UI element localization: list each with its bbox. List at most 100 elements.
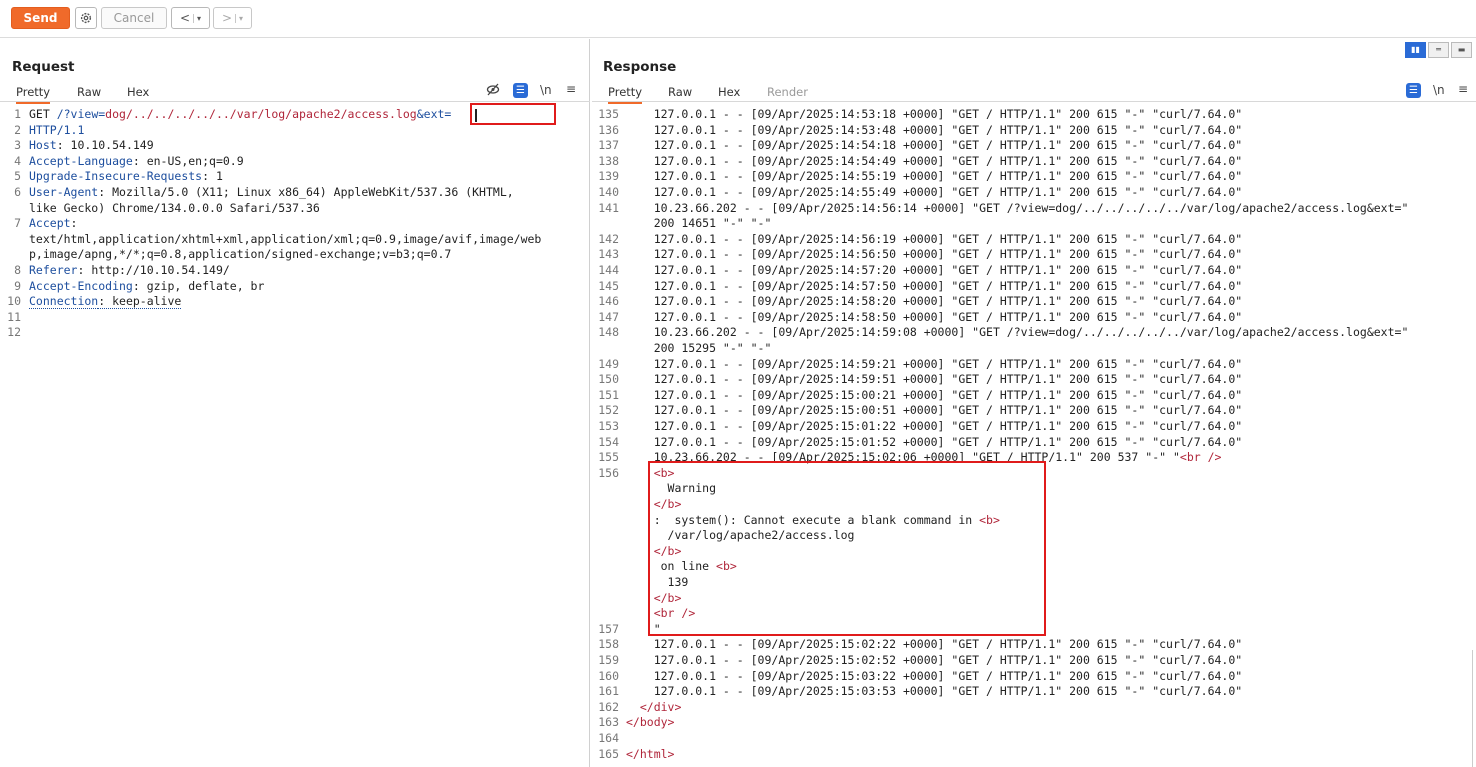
- line-number: 150: [598, 372, 619, 387]
- code-token: HTTP/1.1: [29, 122, 85, 137]
- code-line: 127.0.0.1 - - [09/Apr/2025:15:01:52 +000…: [626, 434, 1243, 451]
- line-number: 158: [598, 637, 619, 652]
- line-number: 5: [14, 169, 21, 184]
- forward-arrow-icon: >: [221, 11, 233, 25]
- response-panel: Response Pretty Raw Hex Render ☰ \n ≡ 13…: [592, 39, 1476, 767]
- newline-icon[interactable]: \n: [540, 83, 552, 97]
- send-button[interactable]: Send: [11, 7, 70, 29]
- code-line: Host: 10.10.54.149: [29, 138, 154, 154]
- scrollbar[interactable]: [1472, 650, 1473, 767]
- code-token: Accept: [29, 216, 71, 231]
- code-line: 10.23.66.202 - - [09/Apr/2025:14:56:14 +…: [626, 201, 1409, 217]
- code-token: 200 14651 "-" "-": [626, 216, 772, 231]
- code-token: text/html,application/xhtml+xml,applicat…: [29, 231, 542, 246]
- code-line: 127.0.0.1 - - [09/Apr/2025:15:02:52 +000…: [626, 653, 1243, 669]
- line-number: 144: [598, 263, 619, 277]
- code-line: 127.0.0.1 - - [09/Apr/2025:15:02:22 +000…: [626, 637, 1243, 653]
- line-number: 149: [598, 356, 619, 371]
- code-line: 127.0.0.1 - - [09/Apr/2025:14:59:51 +000…: [626, 372, 1243, 388]
- code-token: dog/../../../../../var/log/apache2/acces…: [105, 107, 417, 121]
- code-line: 127.0.0.1 - - [09/Apr/2025:14:53:48 +000…: [626, 123, 1243, 139]
- line-number: 6: [14, 185, 21, 199]
- gear-icon: [80, 12, 92, 24]
- code-line: 127.0.0.1 - - [09/Apr/2025:14:53:18 +000…: [626, 107, 1243, 123]
- code-token: </html>: [626, 746, 675, 761]
- code-token: User-Agent: [29, 185, 99, 199]
- code-token: 127.0.0.1 - - [09/Apr/2025:14:54:49 +000…: [626, 153, 1243, 168]
- line-number: 163: [598, 715, 619, 730]
- line-number: 140: [598, 185, 619, 199]
- code-token: 127.0.0.1 - - [09/Apr/2025:14:58:50 +000…: [626, 309, 1243, 324]
- cancel-button[interactable]: Cancel: [101, 7, 167, 29]
- wrap-icon[interactable]: ☰: [1406, 83, 1421, 98]
- code-line: 127.0.0.1 - - [09/Apr/2025:14:54:49 +000…: [626, 153, 1243, 170]
- line-number: 139: [598, 169, 619, 184]
- line-number: 147: [598, 309, 619, 324]
- settings-button[interactable]: [75, 7, 97, 29]
- request-editor[interactable]: 1 GET /?view=dog/../../../../../var/log/a…: [0, 107, 588, 757]
- line-number: 10: [7, 294, 21, 309]
- code-line: 127.0.0.1 - - [09/Apr/2025:14:55:19 +000…: [626, 169, 1243, 185]
- tab-render[interactable]: Render: [767, 85, 808, 99]
- code-token: 127.0.0.1 - - [09/Apr/2025:14:57:20 +000…: [626, 263, 1243, 277]
- code-token: 127.0.0.1 - - [09/Apr/2025:14:59:51 +000…: [626, 372, 1243, 387]
- code-token: Referer: [29, 263, 78, 277]
- back-button[interactable]: < ▾: [171, 7, 210, 29]
- code-line: 127.0.0.1 - - [09/Apr/2025:15:00:21 +000…: [626, 388, 1243, 404]
- line-number: 11: [7, 309, 21, 324]
- response-viewer[interactable]: 135 127.0.0.1 - - [09/Apr/2025:14:53:18 …: [592, 107, 1476, 767]
- code-token: : 10.10.54.149: [56, 138, 154, 153]
- line-number: 142: [598, 231, 619, 246]
- line-number: 12: [7, 325, 21, 340]
- tab-hex[interactable]: Hex: [718, 85, 740, 99]
- code-line: </div>: [626, 699, 682, 716]
- code-token: 127.0.0.1 - - [09/Apr/2025:15:02:52 +000…: [626, 653, 1243, 667]
- code-line: 200 15295 "-" "-": [626, 341, 772, 357]
- back-arrow-icon: <: [179, 11, 191, 25]
- code-token: Accept-Encoding: [29, 278, 133, 293]
- line-number: 137: [598, 138, 619, 153]
- code-line: 127.0.0.1 - - [09/Apr/2025:14:56:50 +000…: [626, 247, 1243, 263]
- line-number: 161: [598, 684, 619, 699]
- line-number: 135: [598, 107, 619, 121]
- forward-button[interactable]: > ▾: [213, 7, 252, 29]
- request-title: Request: [12, 59, 75, 75]
- code-token: </div>: [639, 699, 682, 714]
- code-line: </body>: [626, 715, 674, 731]
- code-line: 127.0.0.1 - - [09/Apr/2025:14:58:50 +000…: [626, 309, 1243, 326]
- line-number: 148: [598, 325, 619, 340]
- divider: [592, 101, 1476, 102]
- code-token: p,image/apng,*/*;q=0.8,application/signe…: [29, 247, 452, 262]
- code-line: 127.0.0.1 - - [09/Apr/2025:15:00:51 +000…: [626, 403, 1243, 419]
- code-token: 10.23.66.202 - - [09/Apr/2025:14:59:08 +…: [626, 325, 1409, 340]
- chevron-down-icon[interactable]: ▾: [235, 13, 243, 23]
- code-token: : gzip, deflate, br: [132, 278, 265, 293]
- response-tabs: Pretty Raw Hex Render ☰ \n ≡: [592, 82, 1476, 104]
- code-token: 200 15295 "-" "-": [626, 341, 772, 355]
- code-token: Accept-Language: [29, 153, 133, 168]
- chevron-down-icon[interactable]: ▾: [193, 13, 201, 23]
- tab-raw[interactable]: Raw: [77, 85, 101, 99]
- code-token: 127.0.0.1 - - [09/Apr/2025:14:54:18 +000…: [626, 138, 1243, 153]
- menu-icon[interactable]: ≡: [1458, 82, 1468, 96]
- tab-raw[interactable]: Raw: [668, 85, 692, 99]
- code-token: 127.0.0.1 - - [09/Apr/2025:14:55:19 +000…: [626, 169, 1243, 184]
- code-line: Upgrade-Insecure-Requests: 1: [29, 169, 223, 185]
- line-number: 151: [598, 387, 619, 402]
- divider: [0, 101, 590, 102]
- code-token: 127.0.0.1 - - [09/Apr/2025:15:01:52 +000…: [626, 434, 1243, 449]
- code-line: 127.0.0.1 - - [09/Apr/2025:14:56:19 +000…: [626, 232, 1243, 248]
- code-token: 127.0.0.1 - - [09/Apr/2025:14:55:49 +000…: [626, 185, 1243, 199]
- code-line: like Gecko) Chrome/134.0.0.0 Safari/537.…: [29, 201, 320, 217]
- line-number: 162: [598, 699, 619, 714]
- code-token: 127.0.0.1 - - [09/Apr/2025:15:00:51 +000…: [626, 403, 1243, 418]
- toolbar: Send Cancel < ▾ > ▾: [0, 0, 1476, 38]
- newline-icon[interactable]: \n: [1433, 83, 1445, 97]
- eye-slash-icon[interactable]: [486, 83, 500, 99]
- tab-hex[interactable]: Hex: [127, 85, 149, 99]
- code-line: 127.0.0.1 - - [09/Apr/2025:14:54:18 +000…: [626, 138, 1243, 154]
- menu-icon[interactable]: ≡: [566, 82, 576, 96]
- code-token: 127.0.0.1 - - [09/Apr/2025:15:03:53 +000…: [626, 684, 1243, 699]
- wrap-icon[interactable]: ☰: [513, 83, 528, 98]
